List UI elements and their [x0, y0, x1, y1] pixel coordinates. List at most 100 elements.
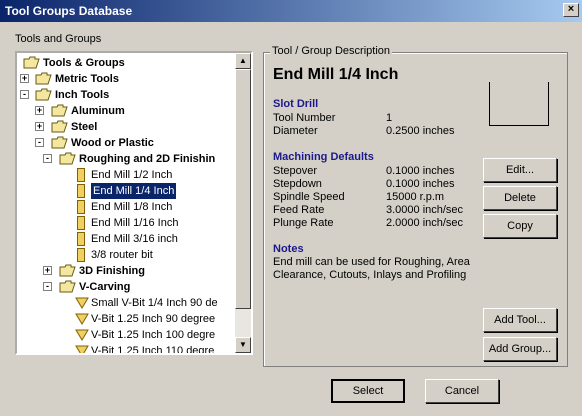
tree-item[interactable]: End Mill 3/16 inch	[17, 231, 237, 247]
tree-item-label: V-Bit 1.25 Inch 100 degre	[91, 329, 216, 341]
feed-rate-value: 3.0000 inch/sec	[386, 204, 464, 216]
folder-icon	[35, 72, 52, 85]
plunge-rate-label: Plunge Rate	[273, 217, 334, 229]
tree-item[interactable]: End Mill 1/16 Inch	[17, 215, 237, 231]
scroll-thumb[interactable]	[235, 69, 251, 309]
tool-type-heading: Slot Drill	[273, 98, 319, 110]
tree-item[interactable]: End Mill 1/4 Inch	[17, 183, 237, 199]
scroll-up-button[interactable]: ▲	[235, 53, 251, 69]
spindle-speed-value: 15000 r.p.m	[386, 191, 445, 203]
tree-item-label: End Mill 1/8 Inch	[91, 201, 173, 213]
tree-item-label: Wood or Plastic	[71, 137, 154, 149]
title-bar: Tool Groups Database ×	[0, 0, 582, 22]
tree-item-label: 3/8 router bit	[91, 249, 153, 261]
tree-item-label: Steel	[71, 121, 98, 133]
folder-icon	[35, 88, 52, 101]
folder-icon	[51, 120, 68, 133]
tree-item[interactable]: 3/8 router bit	[17, 247, 237, 263]
tree-item-label: Roughing and 2D Finishin	[79, 153, 216, 165]
machining-defaults-heading: Machining Defaults	[273, 151, 374, 163]
tree-item[interactable]: +3D Finishing	[17, 263, 237, 279]
v-bit-icon	[75, 345, 89, 353]
folder-icon	[59, 152, 76, 165]
diameter-label: Diameter	[273, 125, 318, 137]
tool-number-value: 1	[386, 112, 393, 124]
tree-item-label: End Mill 1/2 Inch	[91, 169, 173, 181]
edit-button[interactable]: Edit...	[483, 158, 557, 182]
add-group-button[interactable]: Add Group...	[483, 337, 557, 361]
tree-item-label: V-Bit 1.25 Inch 90 degree	[91, 313, 216, 325]
collapse-icon[interactable]: -	[43, 154, 52, 163]
folder-icon	[51, 136, 68, 149]
tree-item[interactable]: V-Bit 1.25 Inch 110 degre	[17, 343, 237, 355]
spindle-speed-label: Spindle Speed	[273, 191, 345, 203]
tree-item-label: Inch Tools	[55, 89, 110, 101]
scroll-down-button[interactable]: ▼	[235, 337, 251, 353]
description-legend: Tool / Group Description	[270, 45, 392, 57]
add-tool-button[interactable]: Add Tool...	[483, 308, 557, 332]
window-title: Tool Groups Database	[5, 4, 133, 18]
tool-name: End Mill 1/4 Inch	[273, 66, 399, 83]
v-bit-icon	[75, 297, 89, 309]
end-mill-icon	[77, 184, 85, 198]
tree-item-label: Small V-Bit 1/4 Inch 90 de	[91, 297, 218, 309]
tree-item[interactable]: - V-Carving	[17, 279, 237, 295]
v-bit-icon	[75, 313, 89, 325]
tool-number-label: Tool Number	[273, 112, 336, 124]
copy-button[interactable]: Copy	[483, 214, 557, 238]
tools-tree[interactable]: Tools & Groups + Metric Tools - Inch Tools + A…	[15, 51, 253, 355]
tree-item[interactable]: V-Bit 1.25 Inch 90 degree	[17, 311, 237, 327]
select-button[interactable]: Select	[331, 379, 405, 403]
tree-item-label: Tools & Groups	[43, 57, 125, 69]
notes-line-1: End mill can be used for Roughing, Area	[273, 256, 470, 268]
close-button[interactable]: ×	[563, 3, 579, 17]
stepover-value: 0.1000 inches	[386, 165, 455, 177]
tree-item[interactable]: - Wood or Plastic	[17, 135, 237, 151]
end-mill-icon	[77, 200, 85, 214]
plunge-rate-value: 2.0000 inch/sec	[386, 217, 464, 229]
folder-icon	[59, 280, 76, 293]
tree-item[interactable]: + Steel	[17, 119, 237, 135]
end-mill-icon	[77, 248, 85, 262]
v-bit-icon	[75, 329, 89, 341]
notes-heading: Notes	[273, 243, 304, 255]
tree-item-label: End Mill 3/16 inch	[91, 233, 178, 245]
tree-item-label: End Mill 1/4 Inch	[91, 183, 177, 199]
tree-item[interactable]: + Aluminum	[17, 103, 237, 119]
folder-icon	[51, 104, 68, 117]
tree-item[interactable]: End Mill 1/8 Inch	[17, 199, 237, 215]
end-mill-icon	[77, 168, 85, 182]
tools-and-groups-label: Tools and Groups	[15, 33, 102, 45]
stepdown-value: 0.1000 inches	[386, 178, 455, 190]
feed-rate-label: Feed Rate	[273, 204, 325, 216]
notes-line-2: Clearance, Cutouts, Inlays and Profiling	[273, 269, 467, 281]
tree-item-label: Aluminum	[71, 105, 125, 117]
tree-item[interactable]: - Inch Tools	[17, 87, 237, 103]
diameter-value: 0.2500 inches	[386, 125, 455, 137]
expand-icon[interactable]: +	[43, 266, 52, 275]
tree-scrollbar[interactable]: ▲ ▼	[235, 53, 251, 353]
expand-icon[interactable]: +	[35, 122, 44, 131]
tree-item[interactable]: Tools & Groups	[17, 55, 237, 71]
tree-item[interactable]: End Mill 1/2 Inch	[17, 167, 237, 183]
expand-icon[interactable]: +	[35, 106, 44, 115]
collapse-icon[interactable]: -	[35, 138, 44, 147]
tree-item[interactable]: V-Bit 1.25 Inch 100 degre	[17, 327, 237, 343]
tree-item-label: 3D Finishing	[79, 265, 145, 277]
tree-item[interactable]: - Roughing and 2D Finishin	[17, 151, 237, 167]
tool-preview	[489, 82, 549, 126]
cancel-button[interactable]: Cancel	[425, 379, 499, 403]
stepdown-label: Stepdown	[273, 178, 322, 190]
folder-icon	[23, 56, 40, 69]
expand-icon[interactable]: +	[20, 74, 29, 83]
tree-item[interactable]: + Metric Tools	[17, 71, 237, 87]
end-mill-icon	[77, 216, 85, 230]
collapse-icon[interactable]: -	[20, 90, 29, 99]
folder-icon	[59, 264, 76, 277]
tree-item-label: Metric Tools	[55, 73, 119, 85]
end-mill-icon	[77, 232, 85, 246]
tree-item[interactable]: Small V-Bit 1/4 Inch 90 de	[17, 295, 237, 311]
tree-item-label: V-Bit 1.25 Inch 110 degre	[91, 345, 215, 355]
collapse-icon[interactable]: -	[43, 282, 52, 291]
delete-button[interactable]: Delete	[483, 186, 557, 210]
